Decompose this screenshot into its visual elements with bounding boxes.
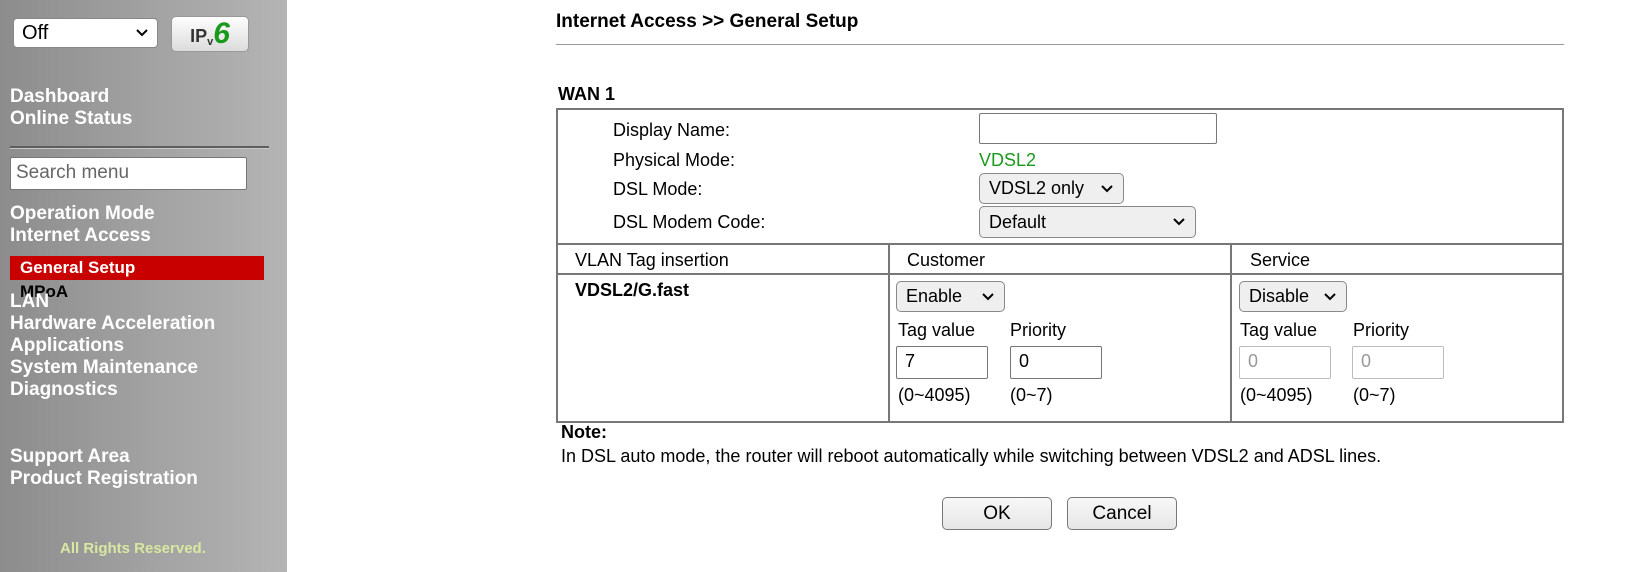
search-menu-input[interactable]: Search menu: [10, 157, 247, 190]
dsl-mode-value: VDSL2 only: [989, 178, 1085, 198]
customer-state-value: Enable: [906, 286, 963, 306]
nav-general-setup[interactable]: General Setup: [10, 256, 264, 280]
service-priority-input[interactable]: 0: [1352, 346, 1444, 379]
nav-applications[interactable]: Applications: [10, 335, 124, 357]
customer-tag-range: (0~4095): [898, 385, 971, 405]
page-title: Internet Access >> General Setup: [556, 11, 859, 32]
cancel-button[interactable]: Cancel: [1067, 497, 1177, 530]
customer-header: Customer: [907, 250, 986, 270]
nav-system-maintenance[interactable]: System Maintenance: [10, 357, 198, 379]
display-name-input[interactable]: [979, 113, 1217, 144]
title-divider: [556, 44, 1564, 45]
ok-button[interactable]: OK: [942, 497, 1052, 530]
service-priority-label: Priority: [1353, 320, 1410, 340]
vdsl-row-label: VDSL2/G.fast: [575, 280, 690, 300]
nav-divider: [10, 146, 269, 149]
table-divider: [558, 273, 1562, 275]
wan-label: WAN 1: [558, 84, 616, 104]
ip-version-value: Off: [22, 21, 49, 44]
service-tag-input[interactable]: 0: [1239, 346, 1331, 379]
dsl-mode-select[interactable]: VDSL2 only: [979, 173, 1124, 204]
column-divider: [1230, 243, 1232, 421]
nav-dashboard[interactable]: Dashboard: [10, 86, 109, 108]
modem-code-select[interactable]: Default: [979, 206, 1196, 238]
service-priority-range: (0~7): [1353, 385, 1396, 405]
column-divider: [888, 243, 890, 421]
chevron-down-icon: [1323, 290, 1337, 304]
ipv6-button[interactable]: IP v 6: [171, 16, 249, 52]
chevron-down-icon: [135, 26, 149, 40]
ipv6-logo-icon: IP v 6: [190, 17, 230, 50]
nav-support-area[interactable]: Support Area: [10, 446, 130, 468]
nav-internet-access[interactable]: Internet Access: [10, 225, 151, 247]
nav-hardware-acceleration[interactable]: Hardware Acceleration: [10, 313, 215, 335]
nav-online-status[interactable]: Online Status: [10, 108, 132, 130]
customer-priority-label: Priority: [1010, 320, 1067, 340]
customer-state-select[interactable]: Enable: [896, 281, 1005, 312]
table-divider: [558, 243, 1562, 245]
service-tag-range: (0~4095): [1240, 385, 1313, 405]
customer-tag-input[interactable]: 7: [896, 346, 988, 379]
chevron-down-icon: [981, 290, 995, 304]
vlan-header: VLAN Tag insertion: [575, 250, 729, 270]
chevron-down-icon: [1100, 182, 1114, 196]
note-text: In DSL auto mode, the router will reboot…: [561, 446, 1382, 466]
wan-settings-table: Display Name: Physical Mode: VDSL2 DSL M…: [556, 108, 1564, 423]
nav-operation-mode[interactable]: Operation Mode: [10, 203, 155, 225]
modem-code-label: DSL Modem Code:: [613, 212, 766, 232]
service-header: Service: [1250, 250, 1311, 270]
customer-priority-range: (0~7): [1010, 385, 1053, 405]
note-title: Note:: [561, 422, 607, 442]
service-state-value: Disable: [1249, 286, 1310, 306]
chevron-down-icon: [1172, 215, 1186, 229]
dsl-mode-label: DSL Mode:: [613, 179, 703, 199]
customer-tag-label: Tag value: [898, 320, 976, 340]
physical-mode-value: VDSL2: [979, 150, 1037, 170]
physical-mode-label: Physical Mode:: [613, 150, 736, 170]
sidebar: Off IP v 6 Dashboard Online Status Searc…: [0, 0, 287, 572]
rights-text: All Rights Reserved.: [60, 540, 206, 557]
service-tag-label: Tag value: [1240, 320, 1318, 340]
nav-lan[interactable]: LAN: [10, 291, 49, 313]
ip-version-select[interactable]: Off: [13, 18, 158, 48]
display-name-label: Display Name:: [613, 120, 731, 140]
service-state-select[interactable]: Disable: [1239, 281, 1347, 312]
modem-code-value: Default: [989, 211, 1047, 232]
nav-diagnostics[interactable]: Diagnostics: [10, 379, 118, 401]
nav-product-registration[interactable]: Product Registration: [10, 468, 198, 490]
customer-priority-input[interactable]: 0: [1010, 346, 1102, 379]
